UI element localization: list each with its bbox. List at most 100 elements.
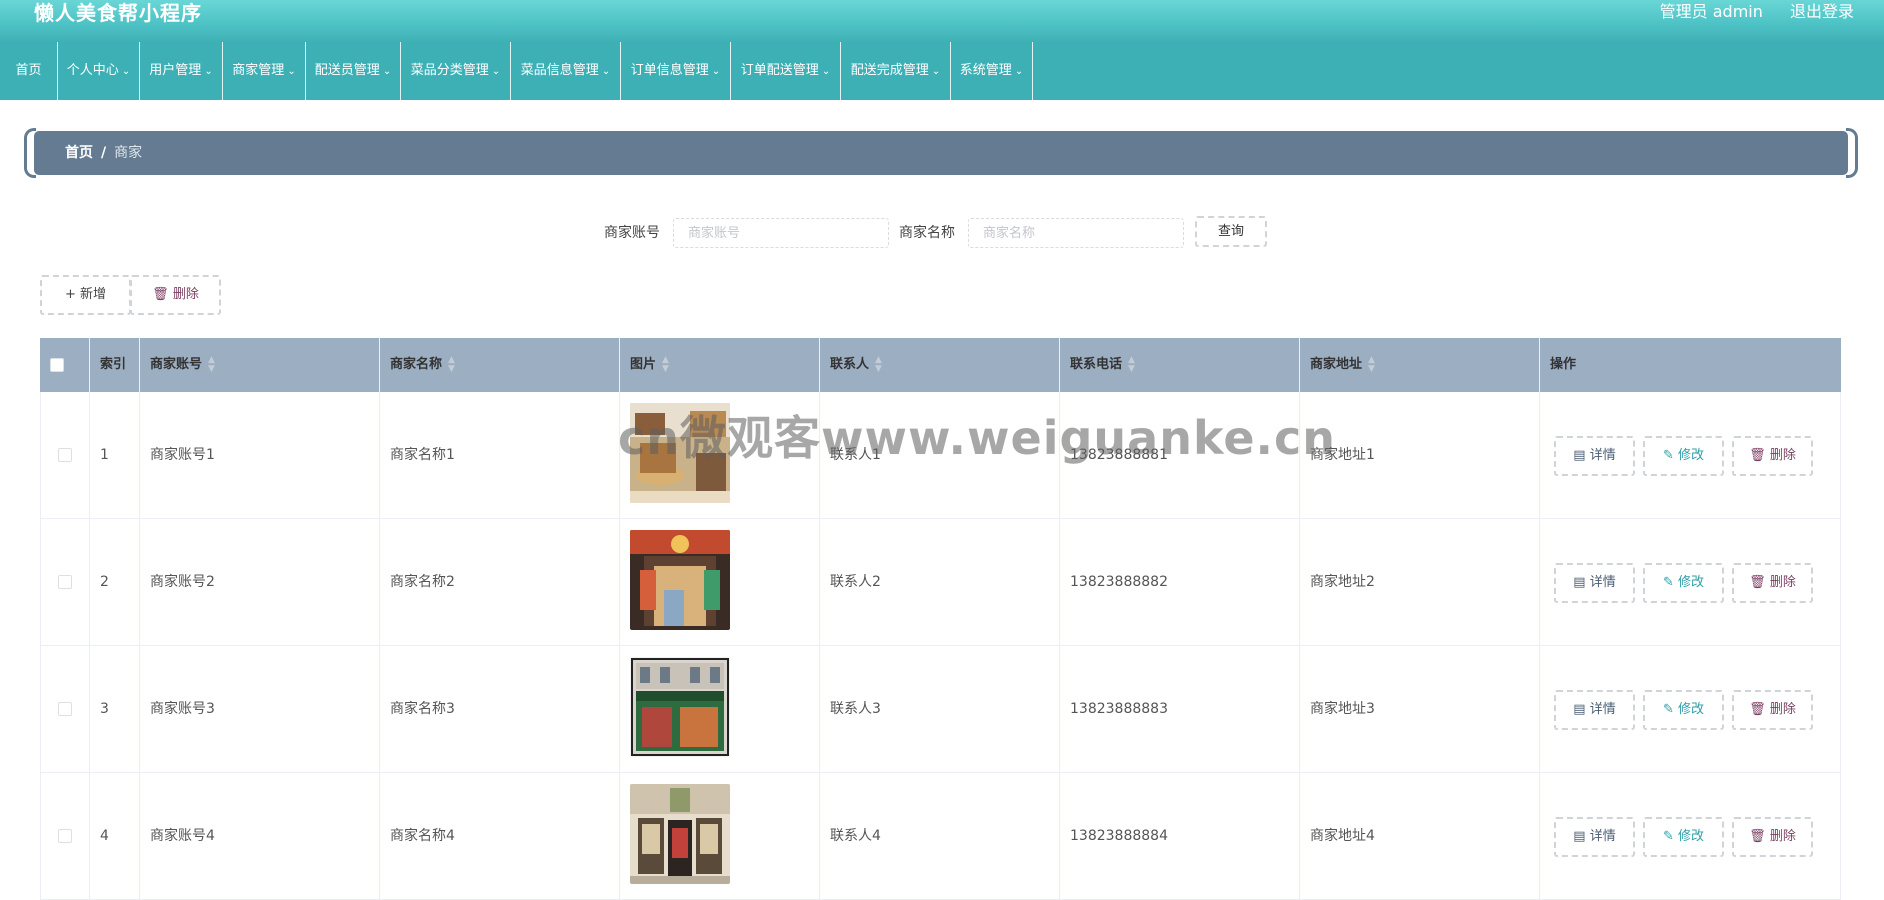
chevron-down-icon: ⌄ xyxy=(382,66,392,77)
nav-dish-category-management[interactable]: 菜品分类管理 ⌄ xyxy=(401,42,511,100)
header-name[interactable]: 商家名称 ▲ ▼ xyxy=(380,338,620,392)
detail-button[interactable]: ▤ 详情 xyxy=(1554,436,1635,476)
contact-cell: 联系人4 xyxy=(820,773,1060,899)
merchant-image[interactable] xyxy=(630,657,730,757)
header-contact[interactable]: 联系人 ▲ ▼ xyxy=(820,338,1060,392)
edit-button[interactable]: ✎ 修改 xyxy=(1643,563,1724,603)
address-cell: 商家地址1 xyxy=(1300,392,1540,518)
row-checkbox[interactable] xyxy=(58,575,72,589)
sort-icon[interactable]: ▲ ▼ xyxy=(1368,355,1375,374)
nav-delivery-complete-management[interactable]: 配送完成管理 ⌄ xyxy=(841,42,951,100)
merchant-image[interactable] xyxy=(630,403,730,503)
name-cell: 商家名称2 xyxy=(380,519,620,645)
pencil-icon: ✎ xyxy=(1662,829,1674,844)
chevron-down-icon: ⌄ xyxy=(204,66,213,77)
delete-label: 删除 xyxy=(1769,829,1796,844)
merchant-image[interactable] xyxy=(630,530,730,630)
bulk-delete-label: 删除 xyxy=(172,287,199,302)
select-all-checkbox[interactable] xyxy=(50,357,64,372)
breadcrumb-home-link[interactable]: 首页 xyxy=(65,145,93,161)
edit-label: 修改 xyxy=(1678,448,1705,463)
sort-icon[interactable]: ▲ ▼ xyxy=(208,355,215,374)
table-row: 1 商家账号1 商家名称1 联系人1 13823888881 商家地址1 ▤ 详… xyxy=(40,392,1841,519)
bulk-delete-button[interactable]: 🗑 删除 xyxy=(130,275,221,315)
detail-button[interactable]: ▤ 详情 xyxy=(1554,690,1635,730)
merchant-image[interactable] xyxy=(630,784,730,884)
table-row: 4 商家账号4 商家名称4 联系人4 13823888884 商家地址4 ▤ 详… xyxy=(40,773,1841,900)
ops-cell: ▤ 详情 ✎ 修改 🗑 删除 xyxy=(1540,646,1841,772)
plus-icon: + xyxy=(64,287,76,302)
edit-label: 修改 xyxy=(1678,702,1705,717)
image-cell xyxy=(620,519,820,645)
query-button[interactable]: 查询 xyxy=(1195,216,1267,247)
document-icon: ▤ xyxy=(1573,829,1586,844)
index-cell: 3 xyxy=(90,646,140,772)
nav-dish-info-management[interactable]: 菜品信息管理 ⌄ xyxy=(511,42,621,100)
phone-cell: 13823888884 xyxy=(1060,773,1300,899)
delete-button[interactable]: 🗑 删除 xyxy=(1732,436,1813,476)
edit-label: 修改 xyxy=(1678,575,1705,590)
edit-button[interactable]: ✎ 修改 xyxy=(1643,817,1724,857)
edit-button[interactable]: ✎ 修改 xyxy=(1643,436,1724,476)
nav-user-management[interactable]: 用户管理 ⌄ xyxy=(140,42,223,100)
document-icon: ▤ xyxy=(1573,575,1586,590)
address-cell: 商家地址3 xyxy=(1300,646,1540,772)
address-cell: 商家地址4 xyxy=(1300,773,1540,899)
search-form: 商家账号 商家名称 查询 xyxy=(0,216,1884,248)
name-cell: 商家名称4 xyxy=(380,773,620,899)
nav-label: 配送员管理 xyxy=(314,63,380,78)
detail-button[interactable]: ▤ 详情 xyxy=(1554,563,1635,603)
nav-personal-center[interactable]: 个人中心 ⌄ xyxy=(58,42,140,100)
header-address[interactable]: 商家地址 ▲ ▼ xyxy=(1300,338,1540,392)
name-search-label: 商家名称 xyxy=(899,225,955,241)
chevron-down-icon: ⌄ xyxy=(711,66,721,77)
header-phone[interactable]: 联系电话 ▲ ▼ xyxy=(1060,338,1300,392)
header-image[interactable]: 图片 ▲ ▼ xyxy=(620,338,820,392)
detail-label: 详情 xyxy=(1589,448,1616,463)
row-checkbox[interactable] xyxy=(58,448,72,462)
sort-icon[interactable]: ▲ ▼ xyxy=(448,355,455,374)
nav-merchant-management[interactable]: 商家管理 ⌄ xyxy=(223,42,306,100)
top-header: 懒人美食帮小程序 管理员 admin 退出登录 xyxy=(0,0,1884,42)
trash-icon: 🗑 xyxy=(152,287,169,302)
header-image-label: 图片 xyxy=(630,357,657,372)
delete-button[interactable]: 🗑 删除 xyxy=(1732,817,1813,857)
nav-courier-management[interactable]: 配送员管理 ⌄ xyxy=(306,42,401,100)
account-cell: 商家账号2 xyxy=(140,519,380,645)
nav-home[interactable]: 首页 xyxy=(0,42,58,100)
row-checkbox[interactable] xyxy=(58,829,72,843)
nav-label: 个人中心 xyxy=(66,63,119,78)
header-name-label: 商家名称 xyxy=(390,357,443,372)
account-search-label: 商家账号 xyxy=(604,225,660,241)
add-button[interactable]: + 新增 xyxy=(40,275,131,315)
delete-button[interactable]: 🗑 删除 xyxy=(1732,690,1813,730)
sort-icon[interactable]: ▲ ▼ xyxy=(662,355,669,374)
document-icon: ▤ xyxy=(1573,448,1586,463)
trash-icon: 🗑 xyxy=(1749,702,1766,717)
account-cell: 商家账号1 xyxy=(140,392,380,518)
logout-link[interactable]: 退出登录 xyxy=(1790,2,1854,21)
user-area: 管理员 admin 退出登录 xyxy=(1638,0,1854,26)
trash-icon: 🗑 xyxy=(1749,829,1766,844)
row-select-cell xyxy=(40,392,90,518)
header-index-label: 索引 xyxy=(100,357,127,372)
nav-order-info-management[interactable]: 订单信息管理 ⌄ xyxy=(621,42,731,100)
sort-icon[interactable]: ▲ ▼ xyxy=(1128,355,1135,374)
row-select-cell xyxy=(40,519,90,645)
account-search-input[interactable] xyxy=(673,218,889,248)
delete-button[interactable]: 🗑 删除 xyxy=(1732,563,1813,603)
row-checkbox[interactable] xyxy=(58,702,72,716)
header-account[interactable]: 商家账号 ▲ ▼ xyxy=(140,338,380,392)
nav-system-management[interactable]: 系统管理 ⌄ xyxy=(951,42,1033,100)
detail-button[interactable]: ▤ 详情 xyxy=(1554,817,1635,857)
delete-label: 删除 xyxy=(1769,575,1796,590)
sort-icon[interactable]: ▲ ▼ xyxy=(875,355,882,374)
name-search-input[interactable] xyxy=(968,218,1184,248)
header-address-label: 商家地址 xyxy=(1310,357,1363,372)
edit-button[interactable]: ✎ 修改 xyxy=(1643,690,1724,730)
add-button-label: 新增 xyxy=(80,287,107,302)
pencil-icon: ✎ xyxy=(1662,702,1674,717)
nav-order-delivery-management[interactable]: 订单配送管理 ⌄ xyxy=(731,42,841,100)
table-row: 3 商家账号3 商家名称3 联系人3 13823888883 商家地址3 ▤ 详… xyxy=(40,646,1841,773)
contact-cell: 联系人1 xyxy=(820,392,1060,518)
